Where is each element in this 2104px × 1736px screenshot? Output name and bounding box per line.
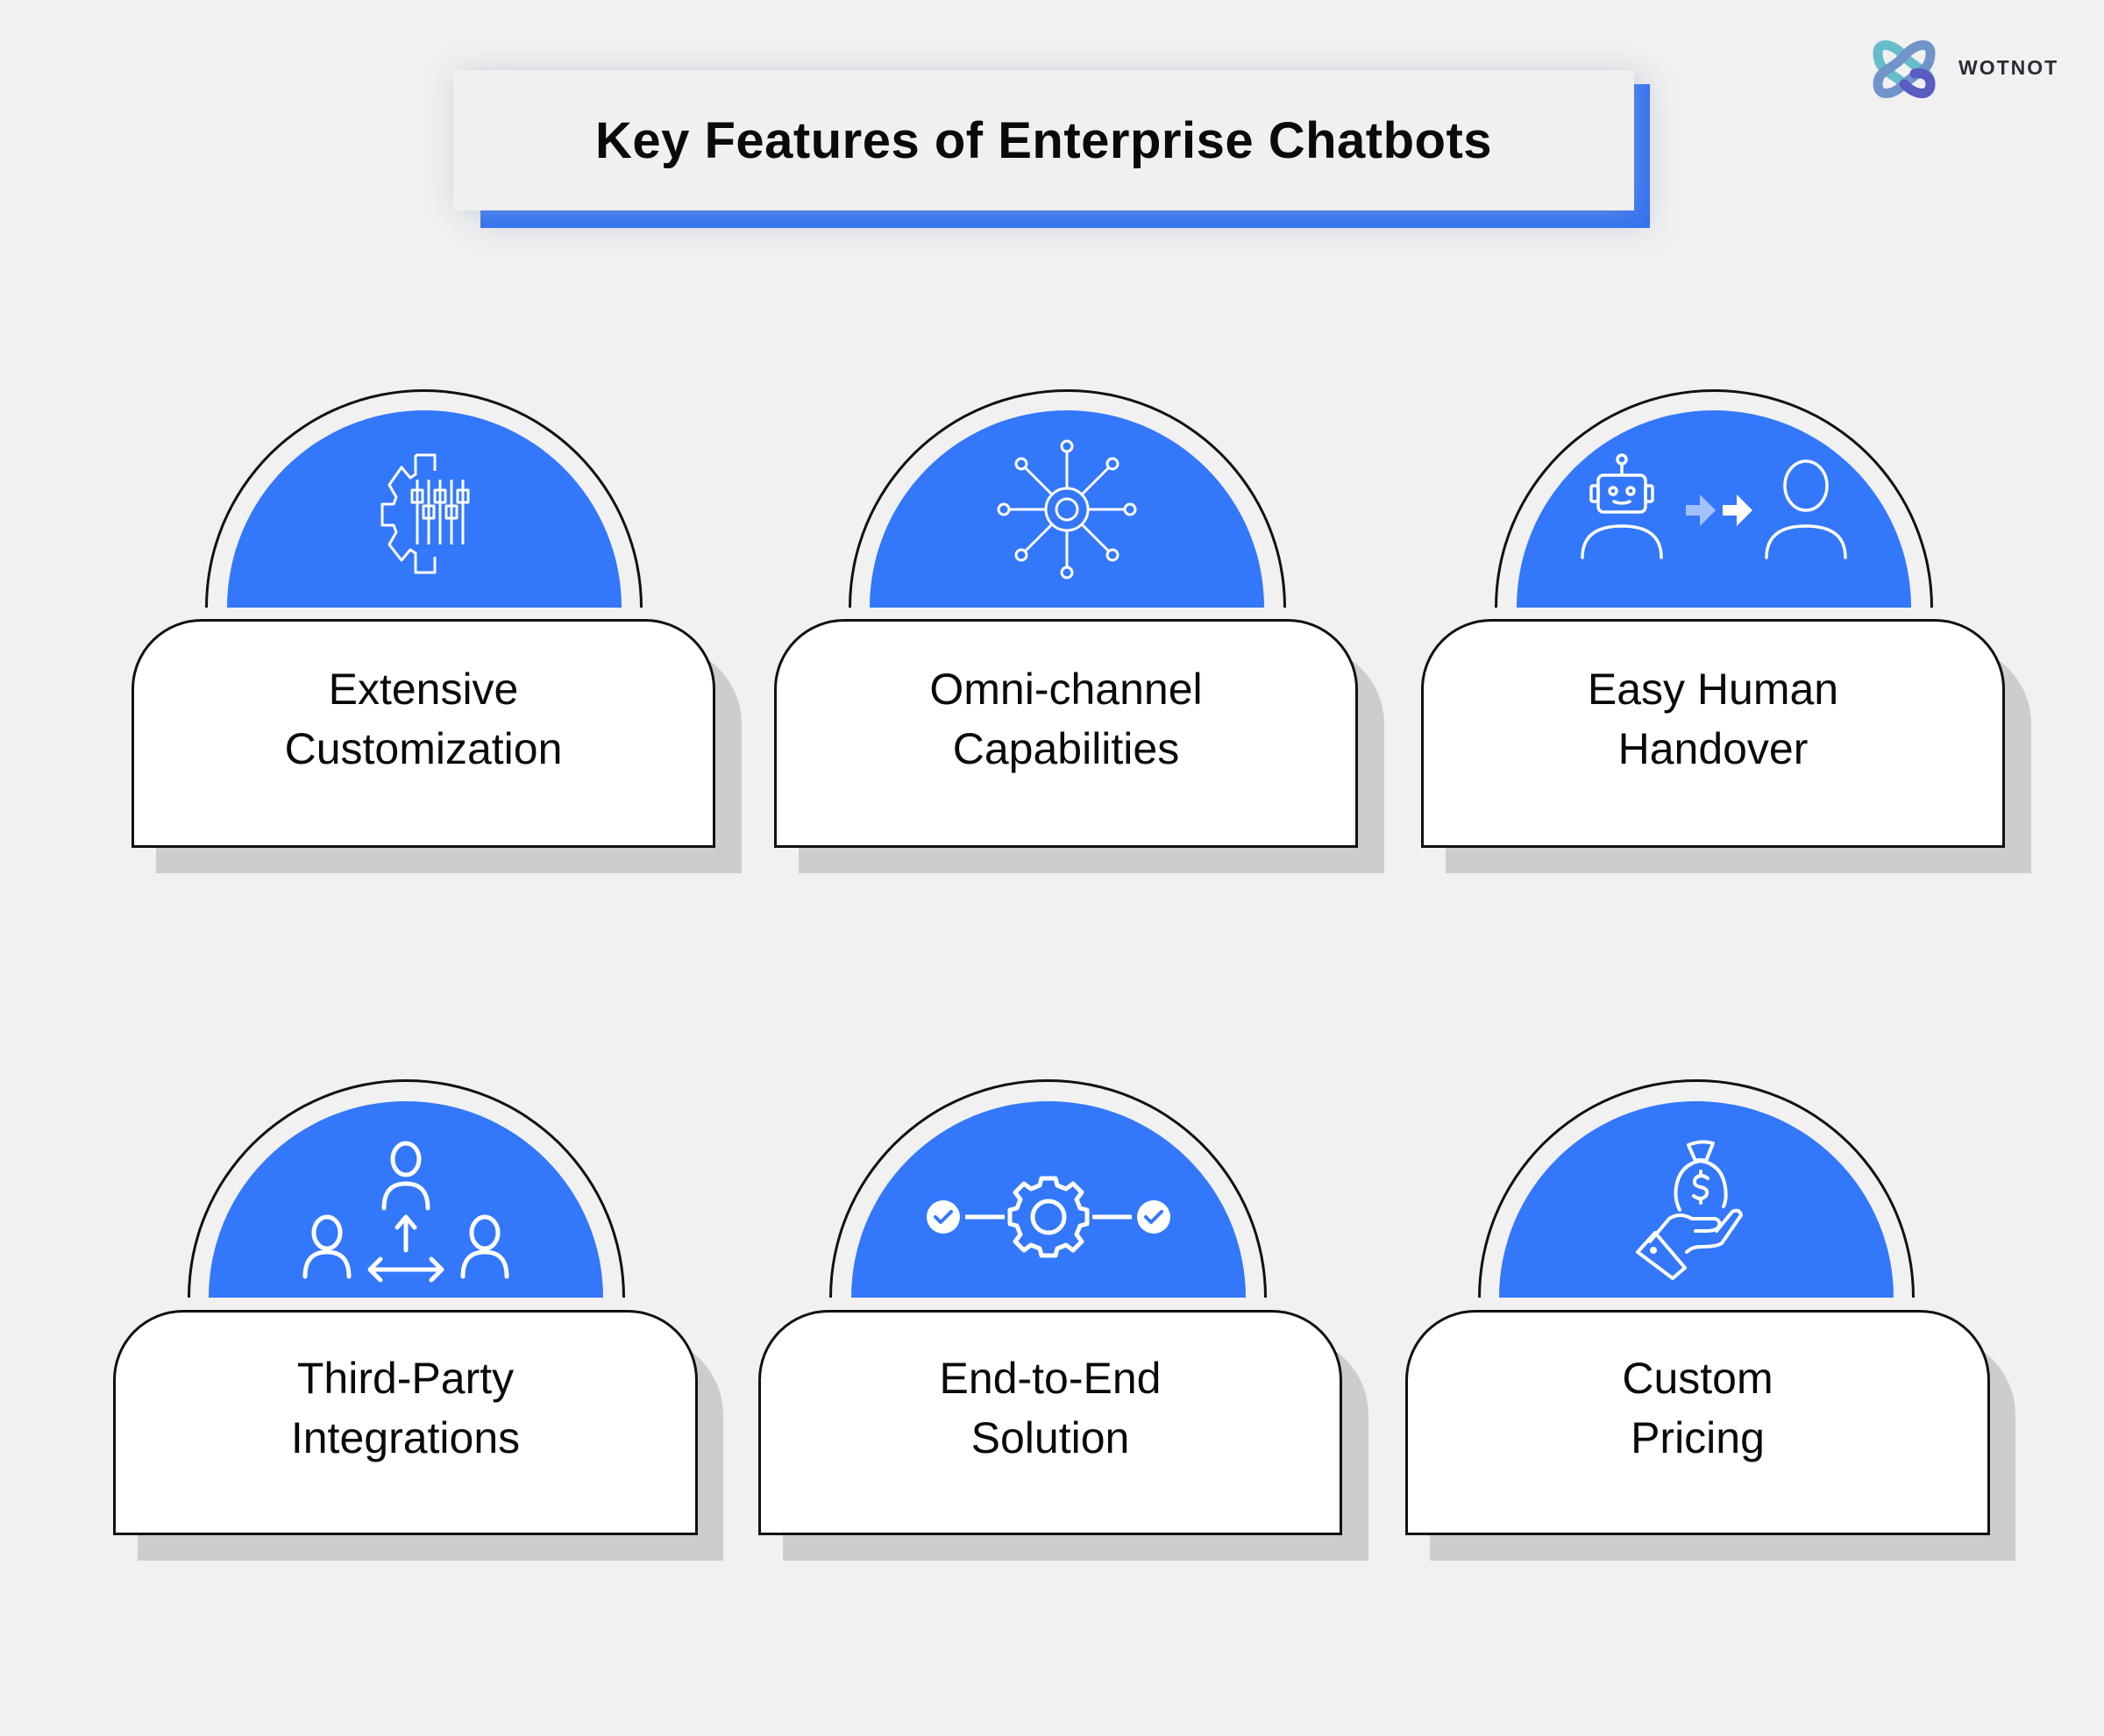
feature-label: End-to-End Solution: [940, 1348, 1162, 1468]
feature-label-line1: Omni-channel: [929, 664, 1203, 714]
feature-label-line2: Capabilities: [952, 723, 1180, 773]
feature-card: Third-Party Integrations: [113, 1310, 698, 1535]
feature-label-line1: Third-Party: [296, 1353, 515, 1403]
feature-card: End-to-End Solution: [758, 1310, 1342, 1535]
feature-label-line2: Solution: [970, 1412, 1130, 1462]
bot-to-human-icon: [1581, 452, 1847, 559]
feature-card: Extensive Customization: [132, 619, 715, 848]
feature-label: Third-Party Integrations: [291, 1348, 520, 1468]
feature-card: Custom Pricing: [1405, 1310, 1990, 1535]
title-banner: Key Features of Enterprise Chatbots: [453, 70, 1634, 210]
feature-label-line1: End-to-End: [939, 1353, 1162, 1403]
process-gear-checks-icon: [927, 1176, 1170, 1258]
page-title: Key Features of Enterprise Chatbots: [594, 111, 1493, 169]
feature-label-line2: Customization: [284, 723, 563, 773]
feature-label-line2: Pricing: [1631, 1412, 1765, 1462]
feature-label: Custom Pricing: [1622, 1348, 1773, 1468]
gear-sliders-icon: [380, 453, 470, 573]
people-connections-icon: [302, 1141, 509, 1283]
wotnot-logo-icon: [1866, 39, 1943, 102]
feature-label-line2: Integrations: [290, 1412, 521, 1462]
network-hub-icon: [997, 439, 1137, 579]
feature-label-line1: Easy Human: [1587, 664, 1839, 714]
feature-label: Extensive Customization: [285, 659, 563, 779]
brand-name: WOTNOT: [1958, 56, 2059, 79]
feature-card: Easy Human Handover: [1421, 619, 2005, 848]
feature-card: Omni-channel Capabilities: [774, 619, 1358, 848]
money-bag-hand-icon: [1636, 1140, 1743, 1280]
feature-label-line1: Extensive: [328, 664, 519, 714]
feature-label: Omni-channel Capabilities: [929, 659, 1202, 779]
feature-label-line1: Custom: [1622, 1353, 1773, 1403]
feature-label: Easy Human Handover: [1588, 659, 1838, 779]
feature-label-line2: Handover: [1617, 723, 1809, 773]
